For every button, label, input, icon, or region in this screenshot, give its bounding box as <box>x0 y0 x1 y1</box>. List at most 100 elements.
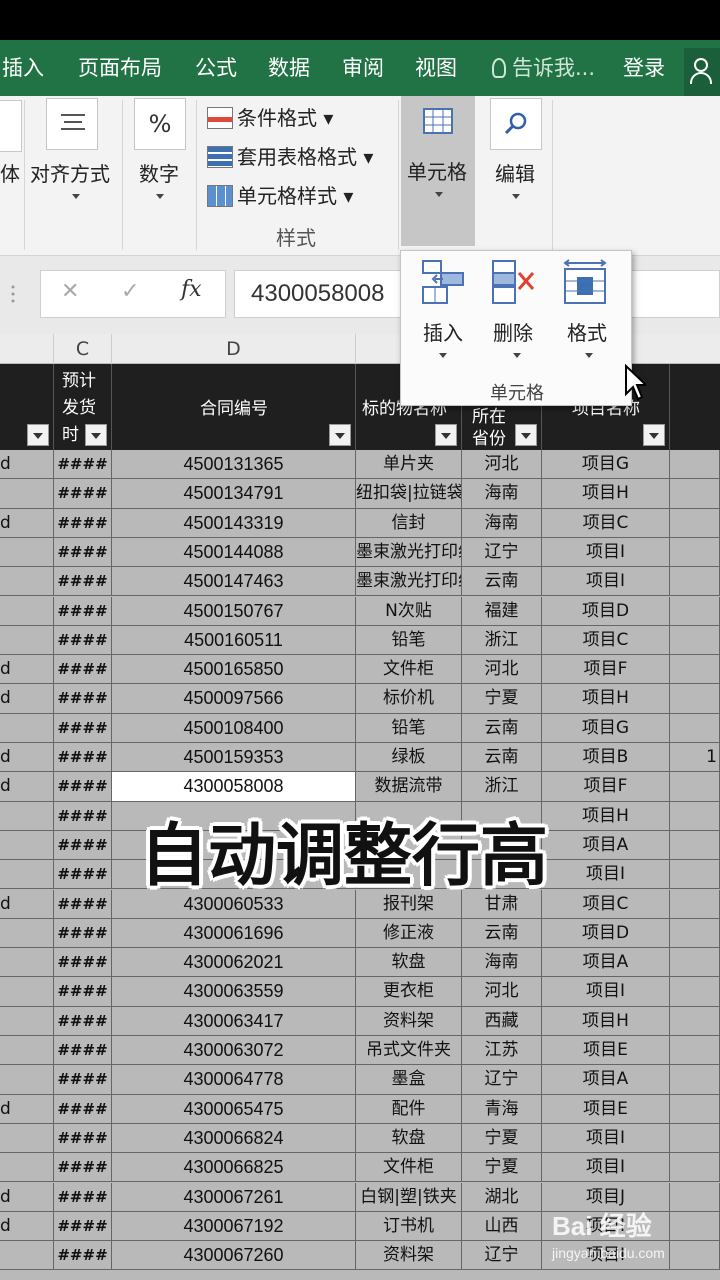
cell-e[interactable]: 订书机 <box>356 1211 462 1241</box>
cell-b[interactable]: d <box>0 1211 54 1241</box>
cell-f[interactable]: 河北 <box>462 450 542 479</box>
table-row[interactable]: #### 4300061696 修正液 云南 项目D <box>0 918 720 949</box>
cell-b[interactable] <box>0 479 54 508</box>
cell-f[interactable]: 河北 <box>462 977 542 1006</box>
filter-dropdown-icon[interactable] <box>515 424 537 446</box>
cell-d[interactable]: 4300067261 <box>112 1182 356 1211</box>
table-row[interactable]: ####4500147463墨束激光打印纸云南项目I <box>0 567 720 597</box>
cell-d[interactable]: 4300064778 <box>112 1065 356 1094</box>
cell-e[interactable]: 资料架 <box>356 1006 462 1035</box>
cell-h[interactable] <box>670 889 720 918</box>
tab-view[interactable]: 视图 <box>415 40 457 96</box>
cell-c[interactable]: #### <box>54 918 112 948</box>
table-row[interactable]: d #### 4500159353 绿板 云南 项目B 1 <box>0 743 720 773</box>
cell-e[interactable]: 配件 <box>356 1094 462 1123</box>
table-row[interactable]: #### 4500160511 铅笔 浙江 项目C <box>0 625 720 656</box>
cell-g[interactable]: 项目I <box>542 567 670 596</box>
cell-c[interactable]: #### <box>54 1094 112 1123</box>
cell-f[interactable]: 辽宁 <box>462 1241 542 1270</box>
cell-h[interactable] <box>670 918 720 948</box>
cell-d[interactable]: 4500097566 <box>112 684 356 713</box>
cell-f[interactable]: 西藏 <box>462 1006 542 1035</box>
table-row[interactable]: #### 4300063417 资料架 西藏 项目H <box>0 1006 720 1036</box>
cell-h[interactable] <box>670 1036 720 1065</box>
cell-g[interactable]: 项目A <box>542 1065 670 1094</box>
cell-b[interactable]: d <box>0 889 54 918</box>
table-row[interactable]: d #### 4500143319 信封 海南 项目C <box>0 508 720 538</box>
cell-g[interactable]: 项目H <box>542 684 670 713</box>
cell-h[interactable] <box>670 801 720 830</box>
cell-h[interactable] <box>670 567 720 596</box>
cell-d[interactable]: 4300061696 <box>112 918 356 948</box>
cell-h[interactable]: 1 <box>670 743 720 772</box>
cell-h[interactable] <box>670 1241 720 1270</box>
cell-c[interactable]: #### <box>54 948 112 977</box>
tab-review[interactable]: 审阅 <box>342 40 384 96</box>
cell-c[interactable]: #### <box>54 625 112 655</box>
cell-h[interactable] <box>670 772 720 801</box>
table-row[interactable]: #### 4500150767 N次贴 福建 项目D <box>0 596 720 626</box>
cell-b[interactable] <box>0 625 54 655</box>
cell-d[interactable]: 4500131365 <box>112 450 356 479</box>
cell-g[interactable]: 项目F <box>542 772 670 801</box>
cell-h[interactable] <box>670 625 720 655</box>
font-group-button[interactable] <box>0 100 22 152</box>
cell-e[interactable]: 更衣柜 <box>356 977 462 1006</box>
table-row[interactable]: #### 4300064778 墨盒 辽宁 项目A <box>0 1065 720 1095</box>
cell-f[interactable]: 青海 <box>462 1094 542 1123</box>
cell-h[interactable] <box>670 948 720 977</box>
cell-b[interactable] <box>0 596 54 625</box>
cell-c[interactable]: #### <box>54 1182 112 1211</box>
cell-d[interactable]: 4500144088 <box>112 537 356 567</box>
drag-handle-icon[interactable] <box>6 282 20 306</box>
cell-d[interactable]: 4500108400 <box>112 713 356 742</box>
cell-styles-button[interactable]: 单元格样式 ▾ <box>207 180 353 210</box>
cell-c[interactable]: #### <box>54 1211 112 1241</box>
cell-f[interactable]: 福建 <box>462 596 542 625</box>
cell-f[interactable]: 云南 <box>462 743 542 772</box>
cell-b[interactable]: d <box>0 655 54 684</box>
cell-b[interactable] <box>0 918 54 948</box>
cell-e[interactable]: 文件柜 <box>356 655 462 684</box>
cell-f[interactable]: 湖北 <box>462 1182 542 1211</box>
cell-d[interactable]: 4300062021 <box>112 948 356 977</box>
cell-c[interactable]: #### <box>54 860 112 889</box>
table-row[interactable]: #### 4500108400 铅笔 云南 项目G <box>0 713 720 743</box>
cell-h[interactable] <box>670 1182 720 1211</box>
cell-g[interactable]: 项目G <box>542 713 670 742</box>
cell-b[interactable] <box>0 977 54 1006</box>
cell-h[interactable] <box>670 596 720 625</box>
enter-icon[interactable]: ✓ <box>121 279 139 304</box>
cell-c[interactable]: #### <box>54 508 112 537</box>
editing-button[interactable] <box>490 98 542 150</box>
cell-f[interactable]: 辽宁 <box>462 1065 542 1094</box>
cell-h[interactable] <box>670 450 720 479</box>
column-header-b[interactable] <box>0 334 54 364</box>
cell-e[interactable]: 资料架 <box>356 1241 462 1270</box>
cell-g[interactable]: 项目G <box>542 450 670 479</box>
cell-e[interactable]: 信封 <box>356 508 462 537</box>
cell-b[interactable] <box>0 948 54 977</box>
cell-b[interactable] <box>0 830 54 860</box>
cell-b[interactable]: d <box>0 508 54 537</box>
cell-e[interactable]: 标价机 <box>356 684 462 713</box>
cell-c[interactable]: #### <box>54 1241 112 1270</box>
cell-e[interactable]: 墨盒 <box>356 1065 462 1094</box>
table-row[interactable]: ####4500144088墨束激光打印纸辽宁项目I <box>0 537 720 568</box>
cell-b[interactable] <box>0 1241 54 1270</box>
cell-d[interactable]: 4300058008 <box>112 772 356 801</box>
cell-e[interactable]: 软盘 <box>356 948 462 977</box>
cell-c[interactable]: #### <box>54 596 112 625</box>
cell-f[interactable]: 山西 <box>462 1211 542 1241</box>
table-row[interactable]: d #### 4300058008 数据流带 浙江 项目F <box>0 772 720 802</box>
cell-g[interactable]: 项目D <box>542 918 670 948</box>
cell-f[interactable]: 浙江 <box>462 625 542 655</box>
cell-g[interactable]: 项目I <box>542 1123 670 1153</box>
cell-b[interactable] <box>0 537 54 567</box>
cell-d[interactable]: 4300063559 <box>112 977 356 1006</box>
cell-f[interactable]: 云南 <box>462 567 542 596</box>
cell-e[interactable]: 单片夹 <box>356 450 462 479</box>
cell-c[interactable]: #### <box>54 479 112 508</box>
table-row[interactable]: #### 4300062021 软盘 海南 项目A <box>0 948 720 978</box>
cell-b[interactable] <box>0 1036 54 1065</box>
